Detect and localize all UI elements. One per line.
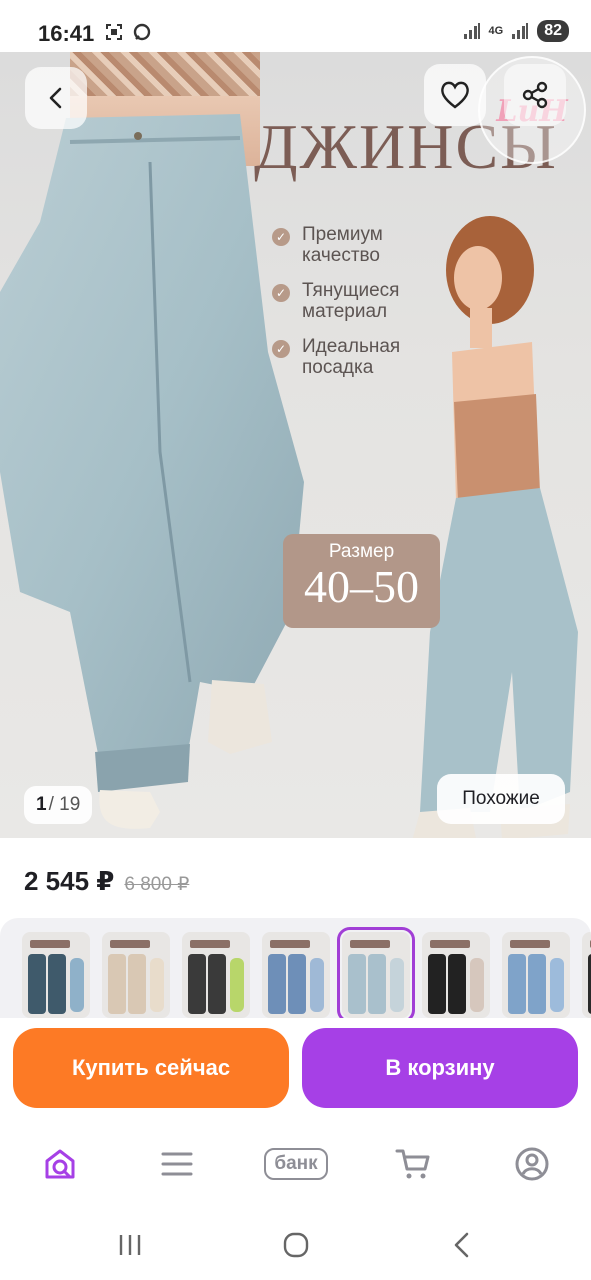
size-value: 40–50: [304, 561, 419, 612]
thumbnail-jeans-leg: [288, 954, 306, 1014]
thumbnail-jeans-leg: [368, 954, 386, 1014]
battery-level: 82: [537, 20, 569, 42]
home-search-icon: [45, 1149, 75, 1179]
thumbnail-title-bar: [430, 940, 470, 948]
price-row: 2 545 ₽ 6 800 ₽: [24, 866, 189, 897]
thumbnail-model-figure: [230, 958, 244, 1012]
image-counter-total: / 19: [48, 794, 81, 815]
thumbnail-jeans-leg: [428, 954, 446, 1014]
share-button[interactable]: [504, 64, 566, 126]
menu-icon: [161, 1152, 193, 1176]
size-badge: Размер 40–50: [283, 534, 440, 628]
thumbnail-model-figure: [70, 958, 84, 1012]
variant-thumbnail[interactable]: [22, 932, 90, 1018]
bottom-nav: банк: [0, 1120, 591, 1210]
variant-thumbnails-panel: [0, 918, 591, 1030]
variant-thumbnails: [22, 927, 591, 1023]
thumbnail-title-bar: [110, 940, 150, 948]
thumbnail-title-bar: [190, 940, 230, 948]
thumbnail-title-bar: [350, 940, 390, 948]
variant-thumbnail[interactable]: [262, 932, 330, 1018]
signal-icon-2: [512, 23, 529, 39]
favorite-button[interactable]: [424, 64, 486, 126]
variant-thumbnail[interactable]: [582, 932, 591, 1018]
share-icon: [522, 81, 548, 109]
thumbnail-model-figure: [150, 958, 164, 1012]
check-icon: ✓: [272, 284, 290, 302]
notification-icons: [104, 22, 152, 42]
message-icon: [133, 23, 151, 41]
variant-thumbnail[interactable]: [102, 932, 170, 1018]
profile-icon: [515, 1147, 549, 1181]
back-button[interactable]: [25, 67, 87, 129]
thumbnail-jeans-leg: [528, 954, 546, 1014]
thumbnail-jeans-leg: [108, 954, 126, 1014]
buy-now-button[interactable]: Купить сейчас: [13, 1028, 289, 1108]
thumbnail-model-figure: [390, 958, 404, 1012]
recent-apps-button[interactable]: [110, 1230, 150, 1260]
nav-home[interactable]: [30, 1142, 90, 1186]
home-circle-icon: [283, 1232, 309, 1258]
variant-thumbnail[interactable]: [182, 932, 250, 1018]
variant-thumbnail[interactable]: [502, 932, 570, 1018]
thumbnail-model-figure: [470, 958, 484, 1012]
variant-thumbnail[interactable]: [422, 932, 490, 1018]
screenshot-icon: [106, 24, 122, 40]
signal-icon: [463, 23, 480, 39]
nav-catalog[interactable]: [147, 1142, 207, 1186]
status-right: 4G 82: [463, 20, 569, 42]
product-image-carousel[interactable]: ДЖИНСЫ ✓ Премиум качество ✓ Тянущиеся ма…: [0, 52, 591, 838]
status-time: 16:41: [38, 21, 95, 46]
action-bar: Купить сейчас В корзину: [0, 1018, 591, 1118]
thumbnail-jeans-leg: [28, 954, 46, 1014]
model-back-image: [412, 216, 578, 838]
thumbnail-jeans-leg: [208, 954, 226, 1014]
check-icon: ✓: [272, 340, 290, 358]
nav-profile[interactable]: [502, 1142, 562, 1186]
thumbnail-title-bar: [30, 940, 70, 948]
image-counter: 1 / 19: [24, 786, 93, 824]
recent-apps-icon: [119, 1235, 141, 1255]
thumbnail-jeans-leg: [508, 954, 526, 1014]
thumbnail-model-figure: [310, 958, 324, 1012]
thumbnail-jeans-leg: [268, 954, 286, 1014]
check-icon: ✓: [272, 228, 290, 246]
thumbnail-model-figure: [550, 958, 564, 1012]
thumbnail-jeans-leg: [348, 954, 366, 1014]
network-type: 4G: [488, 25, 504, 37]
price-old: 6 800 ₽: [124, 874, 190, 895]
thumbnail-jeans-leg: [48, 954, 66, 1014]
size-label: Размер: [328, 541, 395, 562]
thumbnail-jeans-leg: [188, 954, 206, 1014]
nav-bank[interactable]: банк: [255, 1142, 337, 1186]
home-button[interactable]: [276, 1230, 316, 1260]
similar-button[interactable]: Похожие: [437, 774, 565, 824]
thumbnail-title-bar: [510, 940, 550, 948]
thumbnail-jeans-leg: [448, 954, 466, 1014]
thumbnail-title-bar: [270, 940, 310, 948]
price-current: 2 545 ₽: [24, 866, 115, 896]
image-counter-current: 1: [36, 794, 47, 815]
bank-icon: банк: [264, 1148, 328, 1180]
system-nav-bar: [0, 1210, 591, 1280]
chevron-left-icon: [49, 87, 62, 109]
heart-icon: [441, 81, 469, 109]
back-arrow-icon: [454, 1232, 469, 1258]
thumbnail-jeans-leg: [128, 954, 146, 1014]
cart-icon: [395, 1149, 430, 1179]
system-back-button[interactable]: [442, 1230, 482, 1260]
variant-thumbnail[interactable]: [337, 927, 415, 1023]
add-to-cart-button[interactable]: В корзину: [302, 1028, 578, 1108]
nav-cart[interactable]: [383, 1142, 443, 1186]
